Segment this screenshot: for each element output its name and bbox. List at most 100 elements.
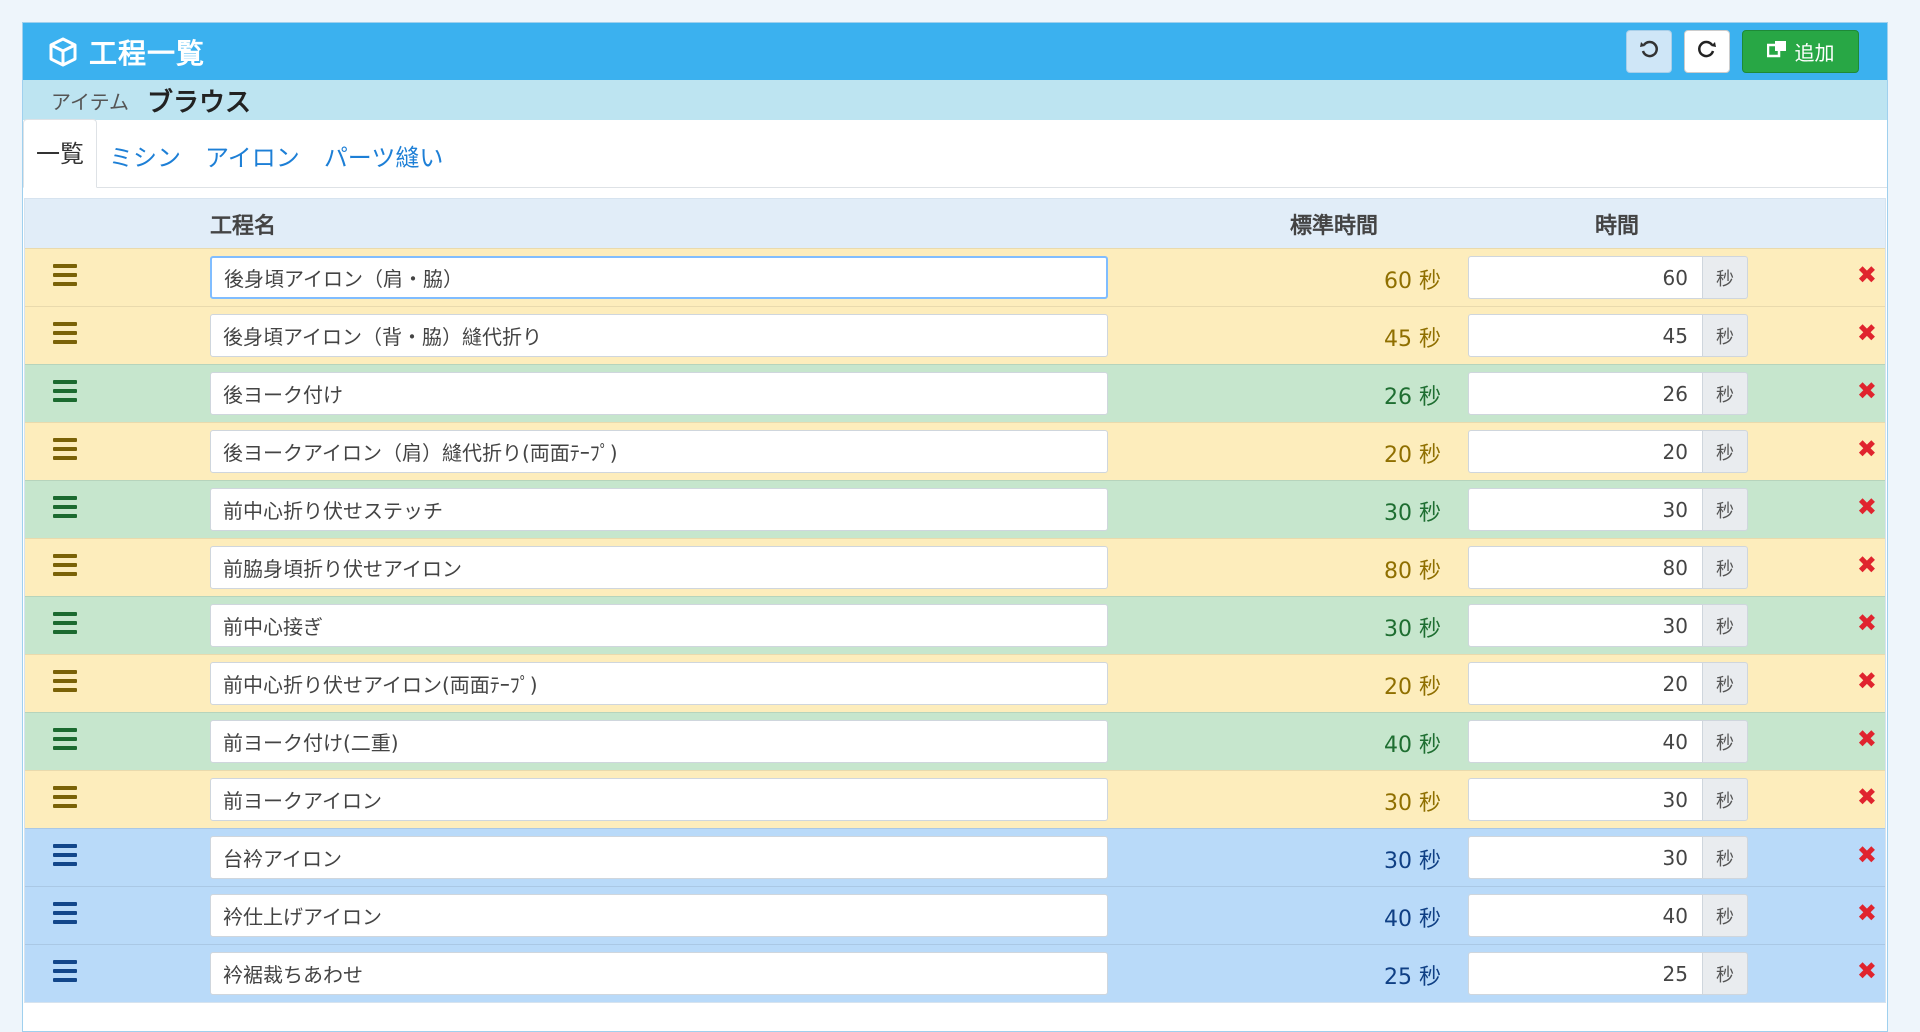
- standard-time-value: 30 秒: [1384, 849, 1441, 874]
- time-unit: 秒: [1702, 604, 1748, 647]
- drag-handle-icon[interactable]: [53, 322, 77, 344]
- column-header-standard-time: 標準時間: [1290, 213, 1379, 239]
- process-name-input[interactable]: [210, 372, 1108, 415]
- standard-time-value: 30 秒: [1384, 501, 1441, 526]
- standard-time-value: 40 秒: [1384, 733, 1441, 758]
- delete-icon[interactable]: ✖: [1857, 843, 1877, 867]
- delete-icon[interactable]: ✖: [1857, 263, 1877, 287]
- drag-handle-icon[interactable]: [53, 554, 77, 576]
- table-row: 25 秒 秒 ✖: [25, 944, 1885, 1002]
- column-header-name: 工程名: [210, 213, 277, 239]
- drag-handle-icon[interactable]: [53, 496, 77, 518]
- tab-sewing-machine[interactable]: ミシン: [97, 138, 193, 187]
- process-name-input[interactable]: [210, 546, 1108, 589]
- drag-handle-icon[interactable]: [53, 612, 77, 634]
- process-name-input[interactable]: [210, 894, 1108, 937]
- time-input-group: 秒: [1468, 604, 1748, 647]
- delete-icon[interactable]: ✖: [1857, 785, 1877, 809]
- delete-icon[interactable]: ✖: [1857, 669, 1877, 693]
- time-unit: 秒: [1702, 952, 1748, 995]
- delete-icon[interactable]: ✖: [1857, 727, 1877, 751]
- time-input-group: 秒: [1468, 372, 1748, 415]
- time-input[interactable]: [1468, 430, 1702, 473]
- process-name-input[interactable]: [210, 256, 1108, 299]
- table-row: 20 秒 秒 ✖: [25, 654, 1885, 712]
- drag-handle-icon[interactable]: [53, 844, 77, 866]
- time-input[interactable]: [1468, 952, 1702, 995]
- tab-parts-sewing[interactable]: パーツ縫い: [312, 138, 456, 187]
- drag-handle-icon[interactable]: [53, 902, 77, 924]
- table-row: 26 秒 秒 ✖: [25, 364, 1885, 422]
- process-name-input[interactable]: [210, 952, 1108, 995]
- process-name-input[interactable]: [210, 836, 1108, 879]
- time-input-group: 秒: [1468, 546, 1748, 589]
- delete-icon[interactable]: ✖: [1857, 553, 1877, 577]
- redo-icon: [1697, 39, 1717, 64]
- time-input-group: 秒: [1468, 256, 1748, 299]
- table-header: 工程名 標準時間 時間: [25, 199, 1885, 248]
- undo-icon: [1639, 39, 1659, 64]
- tab-iron[interactable]: アイロン: [193, 138, 312, 187]
- delete-icon[interactable]: ✖: [1857, 379, 1877, 403]
- time-input[interactable]: [1468, 372, 1702, 415]
- drag-handle-icon[interactable]: [53, 264, 77, 286]
- process-name-input[interactable]: [210, 430, 1108, 473]
- drag-handle-icon[interactable]: [53, 670, 77, 692]
- drag-handle-icon[interactable]: [53, 380, 77, 402]
- process-name-input[interactable]: [210, 662, 1108, 705]
- time-input[interactable]: [1468, 836, 1702, 879]
- delete-icon[interactable]: ✖: [1857, 959, 1877, 983]
- drag-handle-icon[interactable]: [53, 728, 77, 750]
- delete-icon[interactable]: ✖: [1857, 495, 1877, 519]
- time-unit: 秒: [1702, 546, 1748, 589]
- time-input[interactable]: [1468, 662, 1702, 705]
- drag-handle-icon[interactable]: [53, 960, 77, 982]
- process-name-input[interactable]: [210, 720, 1108, 763]
- standard-time-value: 30 秒: [1384, 617, 1441, 642]
- tab-list[interactable]: 一覧: [23, 119, 97, 188]
- table-row: 80 秒 秒 ✖: [25, 538, 1885, 596]
- process-table: 工程名 標準時間 時間 60 秒秒✖45 秒秒✖26 秒秒✖20 秒秒✖30 秒…: [24, 198, 1886, 1003]
- delete-icon[interactable]: ✖: [1857, 437, 1877, 461]
- drag-handle-icon[interactable]: [53, 438, 77, 460]
- add-button[interactable]: 追加: [1742, 30, 1859, 73]
- table-row: 40 秒 秒 ✖: [25, 886, 1885, 944]
- table-row: 40 秒 秒 ✖: [25, 712, 1885, 770]
- time-unit: 秒: [1702, 256, 1748, 299]
- process-name-input[interactable]: [210, 314, 1108, 357]
- standard-time-value: 30 秒: [1384, 791, 1441, 816]
- time-unit: 秒: [1702, 662, 1748, 705]
- time-input[interactable]: [1468, 546, 1702, 589]
- delete-icon[interactable]: ✖: [1857, 611, 1877, 635]
- time-input[interactable]: [1468, 894, 1702, 937]
- process-name-input[interactable]: [210, 488, 1108, 531]
- item-bar: アイテム ブラウス: [23, 80, 1887, 120]
- time-input[interactable]: [1468, 488, 1702, 531]
- standard-time-value: 20 秒: [1384, 675, 1441, 700]
- standard-time-value: 80 秒: [1384, 559, 1441, 584]
- time-unit: 秒: [1702, 778, 1748, 821]
- time-input[interactable]: [1468, 778, 1702, 821]
- time-input[interactable]: [1468, 604, 1702, 647]
- delete-icon[interactable]: ✖: [1857, 321, 1877, 345]
- time-input-group: 秒: [1468, 836, 1748, 879]
- time-input-group: 秒: [1468, 314, 1748, 357]
- table-row: 45 秒 秒 ✖: [25, 306, 1885, 364]
- tab-bar: 一覧 ミシン アイロン パーツ縫い: [23, 119, 1887, 188]
- undo-button[interactable]: [1626, 30, 1672, 73]
- page-title: 工程一覧: [89, 36, 206, 70]
- time-input-group: 秒: [1468, 430, 1748, 473]
- standard-time-value: 20 秒: [1384, 443, 1441, 468]
- standard-time-value: 60 秒: [1384, 269, 1441, 294]
- delete-icon[interactable]: ✖: [1857, 901, 1877, 925]
- time-input[interactable]: [1468, 256, 1702, 299]
- time-input[interactable]: [1468, 720, 1702, 763]
- redo-button[interactable]: [1684, 30, 1730, 73]
- time-unit: 秒: [1702, 836, 1748, 879]
- time-input[interactable]: [1468, 314, 1702, 357]
- time-input-group: 秒: [1468, 488, 1748, 531]
- drag-handle-icon[interactable]: [53, 786, 77, 808]
- process-name-input[interactable]: [210, 778, 1108, 821]
- process-name-input[interactable]: [210, 604, 1108, 647]
- time-input-group: 秒: [1468, 952, 1748, 995]
